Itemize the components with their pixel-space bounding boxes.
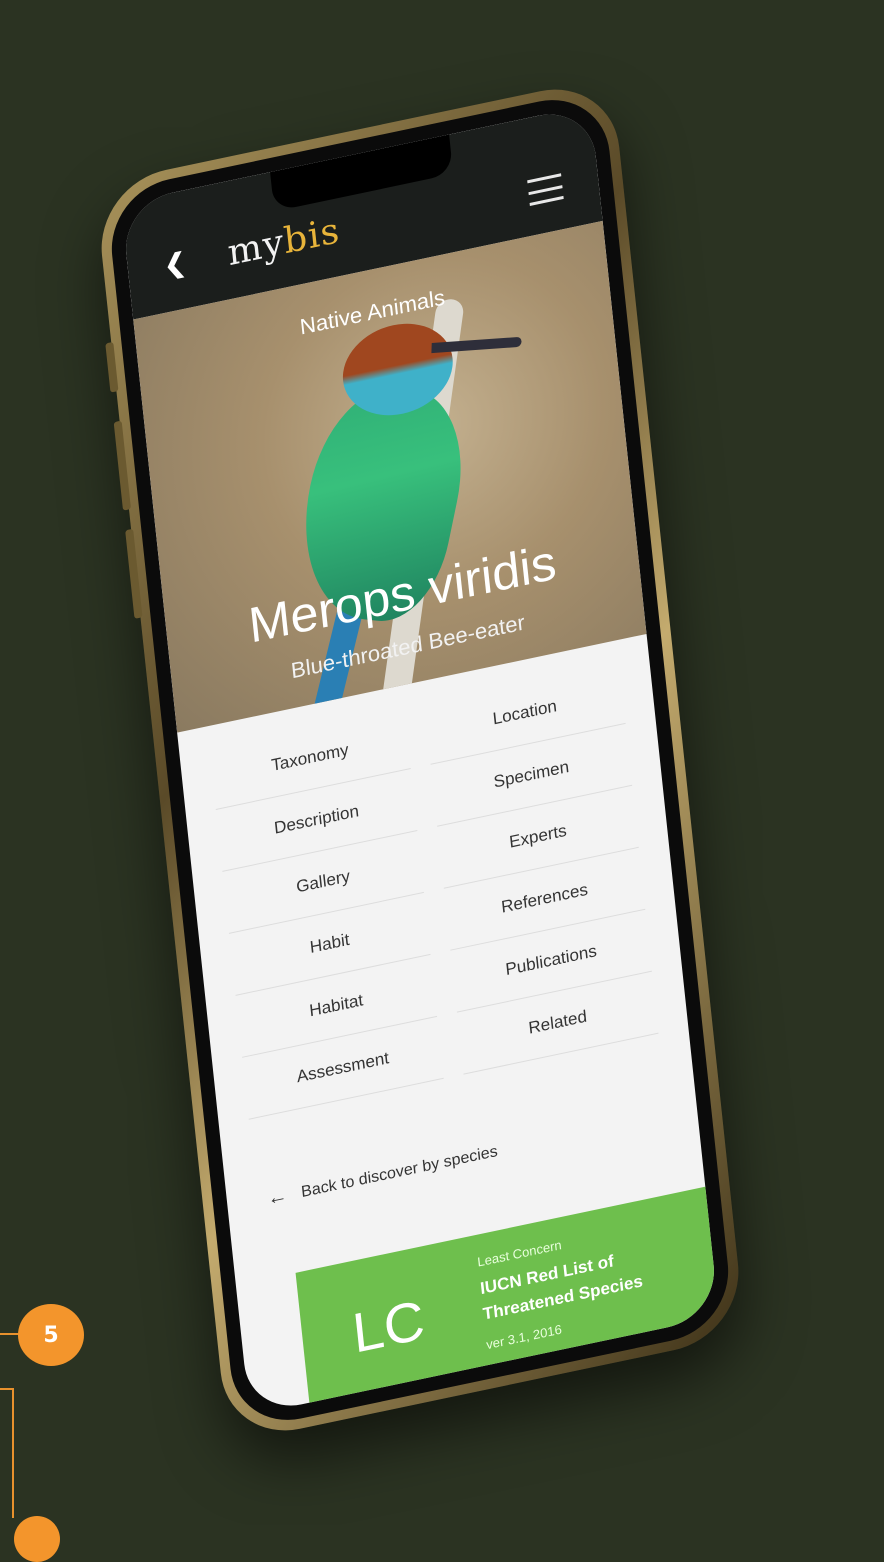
back-to-discover-link[interactable]: ← Back to discover by species — [266, 1140, 499, 1211]
callout-connector-vertical — [12, 1388, 14, 1518]
step-badge: 5 — [18, 1304, 84, 1366]
callout-dot — [14, 1516, 60, 1562]
arrow-left-icon: ← — [266, 1184, 289, 1211]
callout-connector-top — [0, 1333, 20, 1335]
species-section-menu: Taxonomy Location Description Specimen G… — [209, 661, 659, 1120]
phone-mockup: ❮ mybis Native Animals Merops viridis Bl… — [94, 76, 746, 1444]
brand-logo[interactable]: mybis — [226, 210, 342, 274]
status-version: ver 3.1, 2016 — [485, 1321, 563, 1353]
hamburger-menu-icon[interactable] — [527, 173, 564, 206]
status-code: LC — [349, 1287, 428, 1365]
status-title: IUCN Red List of Threatened Species — [479, 1251, 644, 1324]
brand-suffix: bis — [281, 210, 342, 263]
brand-prefix: my — [225, 221, 287, 275]
back-link-label: Back to discover by species — [300, 1142, 499, 1201]
chevron-left-icon[interactable]: ❮ — [163, 246, 188, 281]
